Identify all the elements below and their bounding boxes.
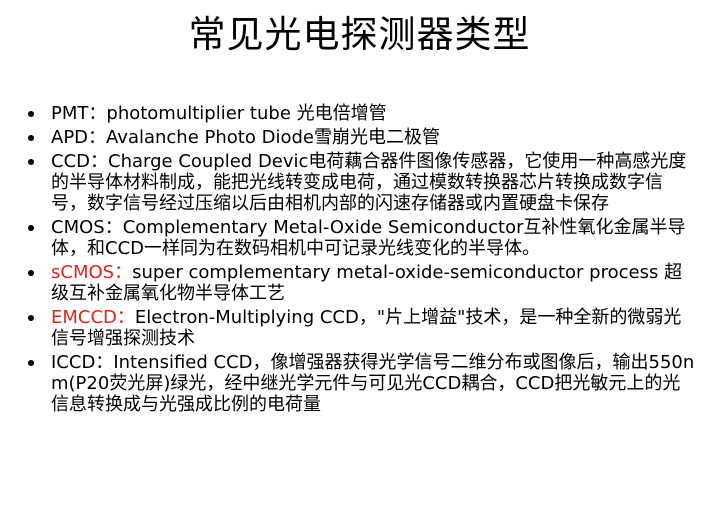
bullet-list: PMT：photomultiplier tube 光电倍增管 APD：Avala… <box>28 103 698 418</box>
bullet-dot-icon <box>28 111 34 117</box>
bullet-label: EMCCD： <box>51 307 135 328</box>
bullet-label: CCD： <box>51 151 108 172</box>
bullet-label: sCMOS： <box>51 262 133 283</box>
bullet-text: Complementary Metal-Oxide Semiconductor互… <box>51 217 686 259</box>
bullet-item-cmos: CMOS：Complementary Metal-Oxide Semicondu… <box>28 217 698 259</box>
slide: 常见光电探测器类型 PMT：photomultiplier tube 光电倍增管… <box>0 0 719 513</box>
bullet-item-scmos: sCMOS：super complementary metal-oxide-se… <box>28 262 698 304</box>
bullet-item-pmt: PMT：photomultiplier tube 光电倍增管 <box>28 103 698 124</box>
bullet-dot-icon <box>28 360 34 366</box>
bullet-dot-icon <box>28 270 34 276</box>
bullet-label: ICCD： <box>51 352 114 373</box>
bullet-text: Electron-Multiplying CCD，"片上增益"技术，是一种全新的… <box>51 307 682 349</box>
bullet-dot-icon <box>28 315 34 321</box>
bullet-item-iccd: ICCD：Intensified CCD，像增强器获得光学信号二维分布或图像后，… <box>28 352 698 415</box>
bullet-label: APD： <box>51 127 107 148</box>
slide-title: 常见光电探测器类型 <box>188 13 531 56</box>
bullet-label: PMT： <box>51 103 107 124</box>
bullet-text: photomultiplier tube 光电倍增管 <box>106 103 387 124</box>
bullet-text: Avalanche Photo Diode雪崩光电二极管 <box>106 127 440 148</box>
bullet-label: CMOS： <box>51 217 123 238</box>
bullet-text: Charge Coupled Devic电荷藕合器件图像传感器，它使用一种高感光… <box>51 151 687 214</box>
bullet-item-apd: APD：Avalanche Photo Diode雪崩光电二极管 <box>28 127 698 148</box>
bullet-item-ccd: CCD：Charge Coupled Devic电荷藕合器件图像传感器，它使用一… <box>28 151 698 214</box>
bullet-dot-icon <box>28 159 34 165</box>
bullet-text: Intensified CCD，像增强器获得光学信号二维分布或图像后，输出550… <box>51 352 695 415</box>
bullet-dot-icon <box>28 225 34 231</box>
bullet-item-emccd: EMCCD：Electron-Multiplying CCD，"片上增益"技术，… <box>28 307 698 349</box>
bullet-text: super complementary metal-oxide-semicond… <box>51 262 683 304</box>
bullet-dot-icon <box>28 135 34 141</box>
